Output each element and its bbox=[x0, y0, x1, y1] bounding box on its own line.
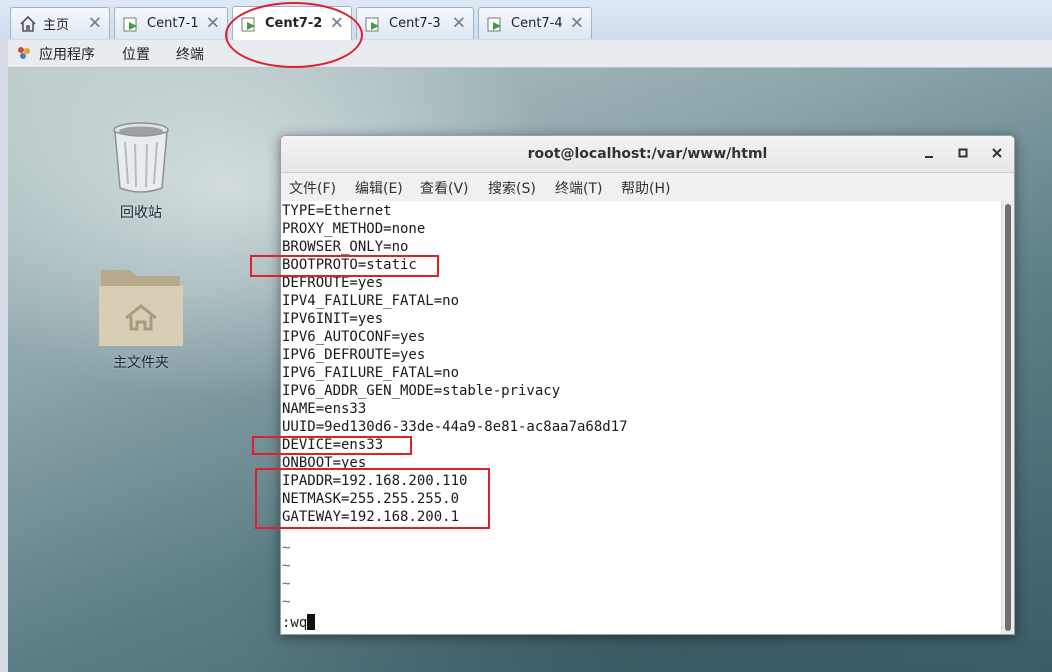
gnome-top-bar: 应用程序 位置 终端 bbox=[8, 40, 1052, 68]
desktop-home-folder[interactable]: 主文件夹 bbox=[91, 262, 191, 372]
close-icon bbox=[992, 148, 1002, 158]
vim-command: :wq bbox=[282, 615, 308, 631]
close-icon[interactable]: ✕ bbox=[452, 15, 466, 32]
tab-label: Cent7-3 bbox=[389, 16, 441, 31]
annotation-box-bootproto bbox=[250, 255, 439, 277]
home-icon bbox=[19, 15, 37, 33]
config-line: IPV6_FAILURE_FATAL=no bbox=[282, 365, 460, 381]
config-line: UUID=9ed130d6-33de-44a9-8e81-ac8aa7a68d1… bbox=[282, 419, 628, 435]
trash-label: 回收站 bbox=[120, 205, 162, 221]
menu-edit[interactable]: 编辑(E) bbox=[355, 178, 403, 198]
annotation-ellipse-active-tab bbox=[225, 2, 363, 68]
menu-terminal-menu[interactable]: 终端(T) bbox=[555, 178, 602, 198]
close-icon[interactable]: ✕ bbox=[88, 15, 102, 32]
close-icon[interactable]: ✕ bbox=[570, 15, 584, 32]
vim-tilde-line: ~ bbox=[282, 540, 291, 556]
tab-cent7-1[interactable]: Cent7-1 ✕ bbox=[114, 7, 228, 39]
config-line: IPV6INIT=yes bbox=[282, 311, 384, 327]
vm-icon bbox=[487, 15, 505, 33]
menu-help[interactable]: 帮助(H) bbox=[621, 178, 670, 198]
config-line: IPV6_ADDR_GEN_MODE=stable-privacy bbox=[282, 383, 561, 399]
vm-tab-strip: 主页 ✕ Cent7-1 ✕ Cent7-2 ✕ Cent7-3 ✕ Cent7… bbox=[0, 0, 1052, 40]
tab-cent7-4[interactable]: Cent7-4 ✕ bbox=[478, 7, 592, 39]
menu-view[interactable]: 查看(V) bbox=[420, 178, 469, 198]
menu-places[interactable]: 位置 bbox=[122, 44, 150, 64]
vm-icon bbox=[365, 15, 383, 33]
config-line: IPV6_AUTOCONF=yes bbox=[282, 329, 426, 345]
vim-tilde-line: ~ bbox=[282, 594, 291, 610]
terminal-menubar: 文件(F) 编辑(E) 查看(V) 搜索(S) 终端(T) 帮助(H) bbox=[281, 173, 1014, 201]
menu-applications[interactable]: 应用程序 bbox=[39, 44, 95, 64]
window-title: root@localhost:/var/www/html bbox=[527, 146, 768, 162]
minimize-button[interactable] bbox=[920, 145, 938, 163]
menu-terminal[interactable]: 终端 bbox=[176, 44, 204, 64]
config-line: NAME=ens33 bbox=[282, 401, 367, 417]
scrollbar-thumb[interactable] bbox=[1005, 204, 1011, 631]
vm-icon bbox=[123, 15, 141, 33]
terminal-window[interactable]: root@localhost:/var/www/html 文件(F) 编辑(E)… bbox=[280, 135, 1015, 635]
tab-cent7-3[interactable]: Cent7-3 ✕ bbox=[356, 7, 474, 39]
vim-tilde-line: ~ bbox=[282, 576, 291, 592]
config-line: TYPE=Ethernet bbox=[282, 203, 392, 219]
trash-icon bbox=[109, 122, 173, 198]
vim-command-line[interactable]: :wq bbox=[282, 614, 316, 632]
desktop-trash[interactable]: 回收站 bbox=[91, 120, 191, 222]
minimize-icon bbox=[925, 156, 933, 158]
vm-frame-edge bbox=[0, 40, 8, 672]
home-folder-label: 主文件夹 bbox=[113, 355, 169, 371]
home-folder-icon bbox=[98, 270, 184, 352]
tab-label: 主页 bbox=[43, 18, 70, 33]
tab-home[interactable]: 主页 ✕ bbox=[10, 7, 110, 39]
terminal-titlebar[interactable]: root@localhost:/var/www/html bbox=[281, 136, 1014, 173]
text-cursor bbox=[307, 614, 316, 630]
close-icon[interactable]: ✕ bbox=[206, 15, 220, 32]
maximize-button[interactable] bbox=[954, 145, 972, 163]
applications-icon bbox=[16, 45, 32, 65]
menu-search[interactable]: 搜索(S) bbox=[488, 178, 536, 198]
scrollbar[interactable] bbox=[1001, 201, 1014, 634]
menu-file[interactable]: 文件(F) bbox=[289, 178, 336, 198]
vim-tilde-line: ~ bbox=[282, 558, 291, 574]
tab-label: Cent7-4 bbox=[511, 16, 563, 31]
config-line: IPV4_FAILURE_FATAL=no bbox=[282, 293, 460, 309]
config-line: PROXY_METHOD=none bbox=[282, 221, 426, 237]
maximize-icon bbox=[958, 148, 968, 158]
config-line: IPV6_DEFROUTE=yes bbox=[282, 347, 426, 363]
config-line: BROWSER_ONLY=no bbox=[282, 239, 409, 255]
annotation-box-device bbox=[252, 436, 412, 455]
tab-label: Cent7-1 bbox=[147, 16, 199, 31]
annotation-box-ip-settings bbox=[255, 468, 490, 529]
close-button[interactable] bbox=[988, 145, 1006, 163]
